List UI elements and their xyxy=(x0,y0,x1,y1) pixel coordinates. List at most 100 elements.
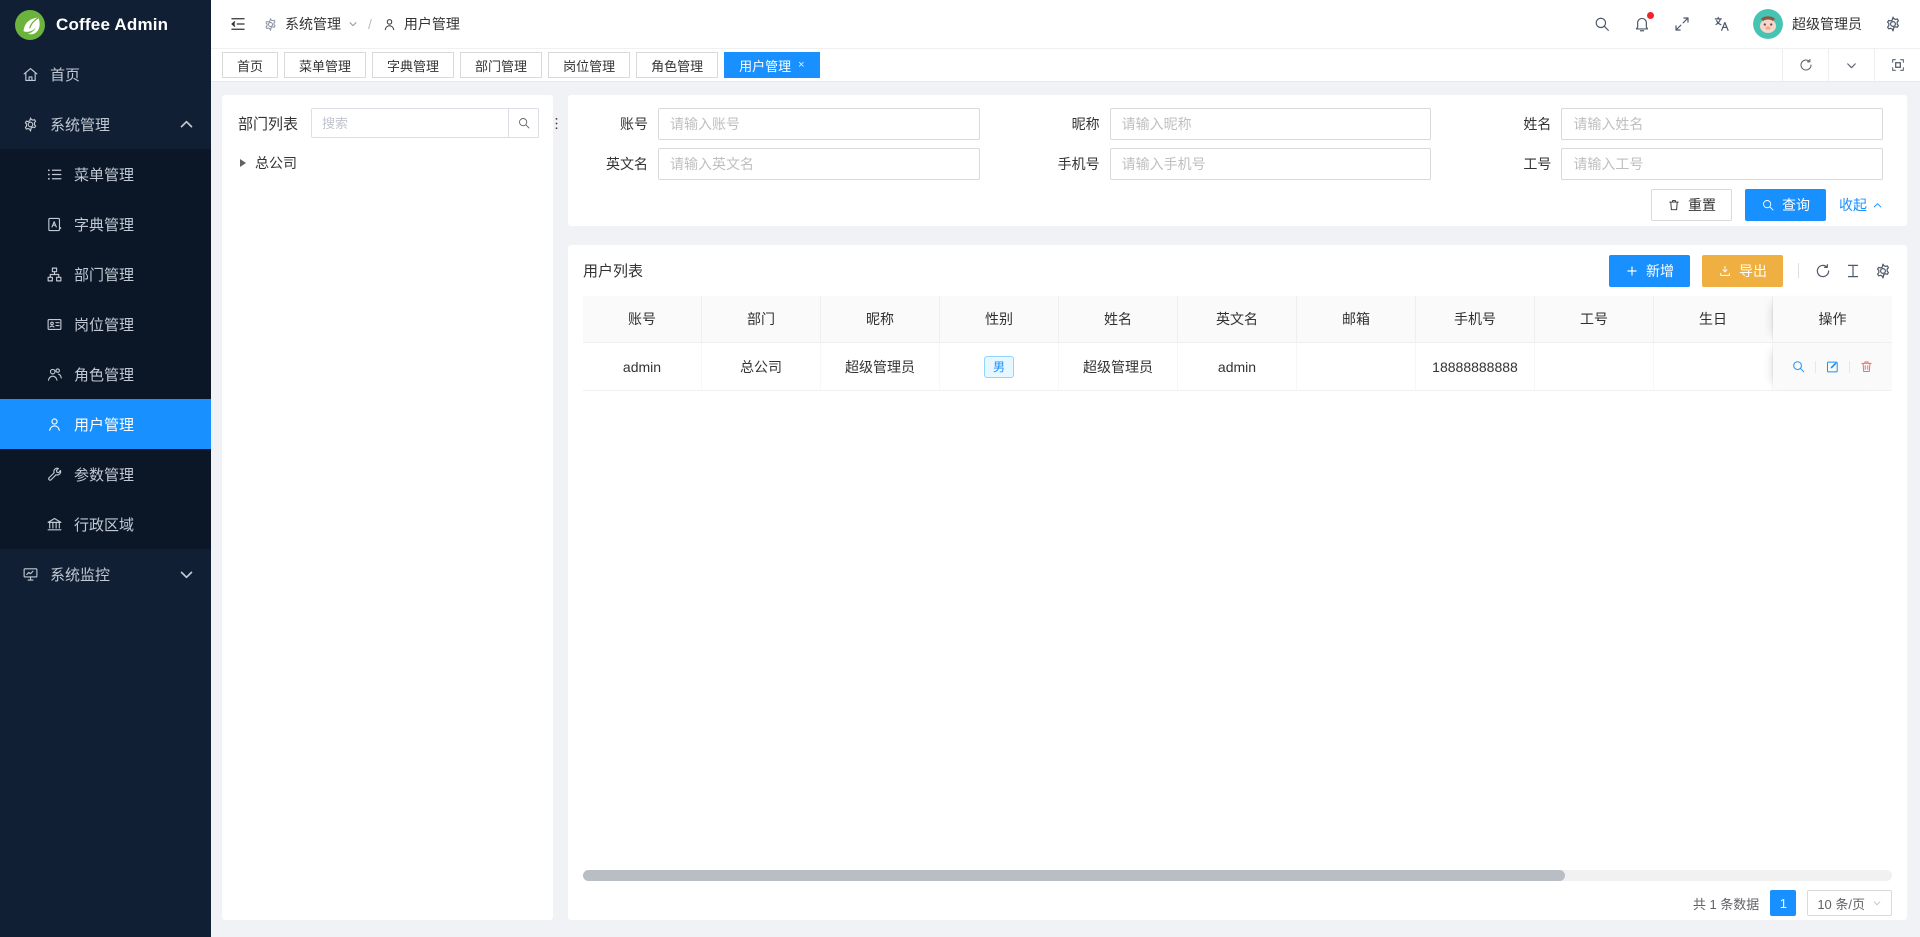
id-card-icon xyxy=(46,316,63,333)
query-button[interactable]: 查询 xyxy=(1745,189,1826,221)
sidebar: Coffee Admin 首页 系统管理 菜单管理 字典管理 部门管理 xyxy=(0,0,211,937)
page-size-select[interactable]: 10 条/页 xyxy=(1807,890,1892,916)
chevron-up-icon xyxy=(178,116,195,133)
tab-user-mgmt[interactable]: 用户管理 × xyxy=(724,52,819,78)
sidebar-item-dept-mgmt[interactable]: 部门管理 xyxy=(0,249,211,299)
add-button[interactable]: 新增 xyxy=(1609,255,1690,287)
table-settings-gear-icon[interactable] xyxy=(1874,262,1892,280)
fullscreen-icon[interactable] xyxy=(1673,15,1691,33)
tab-label: 用户管理 xyxy=(739,56,791,75)
more-dots-icon[interactable] xyxy=(549,116,564,131)
edit-icon[interactable] xyxy=(1825,359,1840,374)
reset-button[interactable]: 重置 xyxy=(1651,189,1732,221)
collapse-link[interactable]: 收起 xyxy=(1839,195,1883,215)
tab-close-icon[interactable]: × xyxy=(798,60,804,71)
settings-gear-icon[interactable] xyxy=(1884,15,1902,33)
sidebar-item-system[interactable]: 系统管理 xyxy=(0,99,211,149)
sidebar-item-post-mgmt[interactable]: 岗位管理 xyxy=(0,299,211,349)
view-icon[interactable] xyxy=(1791,359,1806,374)
cell-name: 超级管理员 xyxy=(1059,343,1178,390)
caret-right-icon[interactable] xyxy=(240,159,246,167)
col-birthday: 生日 xyxy=(1654,296,1773,342)
table-title: 用户列表 xyxy=(583,260,643,281)
sidebar-submenu-system: 菜单管理 字典管理 部门管理 岗位管理 角色管理 用户管理 xyxy=(0,149,211,549)
pagination-page-1[interactable]: 1 xyxy=(1770,890,1796,916)
cell-actions xyxy=(1773,343,1892,390)
tab-label: 菜单管理 xyxy=(299,56,351,75)
tree-node-company[interactable]: 总公司 xyxy=(238,153,537,173)
trash-icon xyxy=(1667,198,1681,212)
gender-tag: 男 xyxy=(984,356,1014,378)
sidebar-item-monitor[interactable]: 系统监控 xyxy=(0,549,211,599)
col-name: 姓名 xyxy=(1059,296,1178,342)
user-icon xyxy=(382,17,397,32)
form-actions: 重置 查询 收起 xyxy=(592,189,1883,221)
tab-dept-mgmt[interactable]: 部门管理 xyxy=(460,52,542,78)
sidebar-item-region[interactable]: 行政区域 xyxy=(0,499,211,549)
sidebar-item-user-mgmt[interactable]: 用户管理 xyxy=(0,399,211,449)
cell-birthday xyxy=(1654,343,1773,390)
user-menu[interactable]: 超级管理员 xyxy=(1753,9,1862,39)
notification-bell-icon[interactable] xyxy=(1633,15,1651,33)
tab-dict-mgmt[interactable]: 字典管理 xyxy=(372,52,454,78)
dictionary-icon xyxy=(46,216,63,233)
app-logo[interactable]: Coffee Admin xyxy=(0,0,211,49)
sidebar-item-label: 系统管理 xyxy=(50,114,110,135)
phone-field[interactable] xyxy=(1110,148,1432,180)
sidebar-menu: 首页 系统管理 菜单管理 字典管理 部门管理 岗位管理 xyxy=(0,49,211,599)
col-gender: 性别 xyxy=(940,296,1059,342)
monitor-icon xyxy=(22,566,39,583)
tree-node-label: 总公司 xyxy=(255,153,297,173)
tab-controls xyxy=(1782,49,1920,81)
tab-menu-mgmt[interactable]: 菜单管理 xyxy=(284,52,366,78)
chevron-down-icon[interactable] xyxy=(1828,49,1874,81)
translate-icon[interactable] xyxy=(1713,15,1731,33)
cell-en-name: admin xyxy=(1178,343,1297,390)
name-field[interactable] xyxy=(1561,108,1883,140)
account-field[interactable] xyxy=(658,108,980,140)
sidebar-item-home[interactable]: 首页 xyxy=(0,49,211,99)
org-chart-icon xyxy=(46,266,63,283)
tab-role-mgmt[interactable]: 角色管理 xyxy=(636,52,718,78)
form-item-phone: 手机号 xyxy=(1044,148,1432,180)
tab-post-mgmt[interactable]: 岗位管理 xyxy=(548,52,630,78)
sidebar-item-menu-mgmt[interactable]: 菜单管理 xyxy=(0,149,211,199)
export-button[interactable]: 导出 xyxy=(1702,255,1783,287)
col-dept: 部门 xyxy=(702,296,821,342)
sidebar-item-param-mgmt[interactable]: 参数管理 xyxy=(0,449,211,499)
toolbar-divider xyxy=(1798,263,1799,278)
field-label: 英文名 xyxy=(592,154,658,174)
list-icon xyxy=(46,166,63,183)
breadcrumb-page: 用户管理 xyxy=(404,14,460,34)
refresh-icon[interactable] xyxy=(1814,262,1832,280)
horizontal-scrollbar-thumb[interactable] xyxy=(583,870,1565,881)
chevron-down-icon xyxy=(178,566,195,583)
sidebar-item-label: 部门管理 xyxy=(74,264,134,285)
maximize-icon[interactable] xyxy=(1874,49,1920,81)
sidebar-item-role-mgmt[interactable]: 角色管理 xyxy=(0,349,211,399)
sidebar-item-label: 角色管理 xyxy=(74,364,134,385)
en-name-field[interactable] xyxy=(658,148,980,180)
sidebar-item-dict-mgmt[interactable]: 字典管理 xyxy=(0,199,211,249)
work-no-field[interactable] xyxy=(1561,148,1883,180)
nickname-field[interactable] xyxy=(1110,108,1432,140)
action-divider xyxy=(1815,361,1816,373)
table-toolbar: 新增 导出 xyxy=(1609,255,1892,287)
dept-search-input[interactable] xyxy=(311,108,508,138)
column-height-icon[interactable] xyxy=(1844,262,1862,280)
chevron-down-icon[interactable] xyxy=(348,19,358,29)
refresh-icon[interactable] xyxy=(1782,49,1828,81)
dept-search-button[interactable] xyxy=(508,108,539,138)
menu-fold-icon[interactable] xyxy=(229,15,247,33)
top-header: 系统管理 / 用户管理 超级管理员 xyxy=(211,0,1920,49)
field-label: 姓名 xyxy=(1495,114,1561,134)
breadcrumb-section[interactable]: 系统管理 xyxy=(285,14,341,34)
delete-icon[interactable] xyxy=(1859,359,1874,374)
search-icon[interactable] xyxy=(1593,15,1611,33)
col-en-name: 英文名 xyxy=(1178,296,1297,342)
tab-label: 岗位管理 xyxy=(563,56,615,75)
col-account: 账号 xyxy=(583,296,702,342)
tab-home[interactable]: 首页 xyxy=(222,52,278,78)
cell-gender: 男 xyxy=(940,343,1059,390)
page-size-value: 10 条/页 xyxy=(1817,894,1865,913)
